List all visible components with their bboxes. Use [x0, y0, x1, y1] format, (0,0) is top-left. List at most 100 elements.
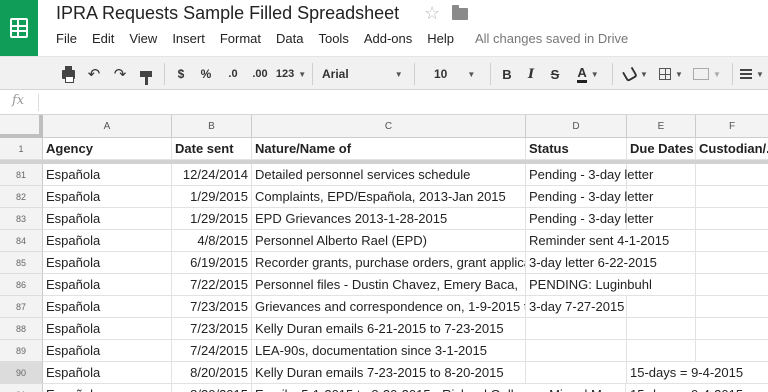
cell-status[interactable]: Pending - 3-day letter: [526, 186, 653, 208]
cell-due-dates[interactable]: 15-days = 9-4-2015: [627, 362, 768, 384]
cell-date-sent[interactable]: 1/29/2015: [172, 186, 252, 208]
cell-nature[interactable]: LEA-90s, documentation since 3-1-2015: [252, 340, 526, 362]
horizontal-align-button[interactable]: ▼: [740, 64, 764, 84]
header-cell-date-sent[interactable]: Date sent: [172, 138, 252, 160]
cell-due-dates[interactable]: [627, 340, 696, 362]
cell-custodian[interactable]: [696, 340, 768, 362]
more-formats-button[interactable]: 123 ▼: [275, 64, 307, 84]
menu-tools[interactable]: Tools: [318, 31, 348, 46]
row-number[interactable]: 84: [0, 230, 43, 252]
cell-status[interactable]: Pending - 3-day letter: [526, 208, 653, 230]
cell-nature[interactable]: Kelly Duran emails 6-21-2015 to 7-23-201…: [252, 318, 526, 340]
cell-custodian[interactable]: [696, 164, 768, 186]
font-size-select[interactable]: 10 ▼: [424, 64, 480, 84]
column-header-f[interactable]: F: [696, 115, 768, 138]
cell-due-dates[interactable]: [627, 296, 696, 318]
star-icon[interactable]: ☆: [424, 3, 440, 24]
decrease-decimal-button[interactable]: .0: [223, 64, 243, 84]
currency-button[interactable]: $: [174, 64, 188, 84]
menu-edit[interactable]: Edit: [92, 31, 114, 46]
header-cell-agency[interactable]: Agency: [43, 138, 172, 160]
cell-status[interactable]: [526, 340, 627, 362]
paint-format-icon[interactable]: [138, 64, 154, 85]
cell-nature[interactable]: Detailed personnel services schedule: [252, 164, 526, 186]
cell-nature[interactable]: Personnel Alberto Rael (EPD): [252, 230, 526, 252]
cell-due-dates[interactable]: [627, 318, 696, 340]
cell-nature[interactable]: EPD Grievances 2013-1-28-2015: [252, 208, 526, 230]
cell-nature[interactable]: Personnel files - Dustin Chavez, Emery B…: [252, 274, 526, 296]
print-icon[interactable]: [60, 64, 76, 84]
header-cell-due-dates[interactable]: Due Dates: [627, 138, 696, 160]
header-cell-custodian[interactable]: Custodian/...: [696, 138, 768, 160]
row-number[interactable]: 1: [0, 138, 43, 160]
cell-date-sent[interactable]: 8/20/2015: [172, 362, 252, 384]
cell-agency[interactable]: Española: [43, 296, 172, 318]
cell-nature[interactable]: Kelly Duran emails 7-23-2015 to 8-20-201…: [252, 362, 526, 384]
cell-status[interactable]: Reminder sent 4-1-2015: [526, 230, 696, 252]
cell-nature[interactable]: Recorder grants, purchase orders, grant …: [252, 252, 526, 274]
cell-agency[interactable]: Española: [43, 164, 172, 186]
cell-status[interactable]: 3-day 7-27-2015: [526, 296, 627, 318]
cell-custodian[interactable]: [696, 318, 768, 340]
row-number[interactable]: 91: [0, 384, 43, 392]
cell-custodian[interactable]: [696, 296, 768, 318]
row-number[interactable]: 86: [0, 274, 43, 296]
cell-agency[interactable]: Española: [43, 252, 172, 274]
row-number[interactable]: 89: [0, 340, 43, 362]
cell-nature[interactable]: Emails, 5-1-2015 to 8-20-2015 - Richard …: [252, 384, 626, 392]
cell-date-sent[interactable]: 7/24/2015: [172, 340, 252, 362]
cell-due-dates[interactable]: [627, 186, 696, 208]
cell-date-sent[interactable]: 7/22/2015: [172, 274, 252, 296]
row-number[interactable]: 82: [0, 186, 43, 208]
folder-icon[interactable]: [452, 5, 468, 20]
redo-icon[interactable]: ↷: [112, 64, 128, 84]
cell-status[interactable]: PENDING: Luginbuhl: [526, 274, 696, 296]
column-header-a[interactable]: A: [43, 115, 172, 138]
cell-date-sent[interactable]: 4/8/2015: [172, 230, 252, 252]
column-header-d[interactable]: D: [526, 115, 627, 138]
cell-date-sent[interactable]: 8/20/2015: [172, 384, 252, 392]
italic-button[interactable]: I: [524, 64, 538, 84]
cell-agency[interactable]: Española: [43, 384, 172, 392]
cell-agency[interactable]: Española: [43, 186, 172, 208]
column-header-c[interactable]: C: [252, 115, 526, 138]
cell-agency[interactable]: Española: [43, 230, 172, 252]
cell-agency[interactable]: Española: [43, 318, 172, 340]
cell-date-sent[interactable]: 1/29/2015: [172, 208, 252, 230]
cell-custodian[interactable]: [696, 208, 768, 230]
header-cell-status[interactable]: Status: [526, 138, 627, 160]
merge-cells-button[interactable]: ▼: [690, 64, 724, 84]
cell-agency[interactable]: Española: [43, 362, 172, 384]
header-cell-nature[interactable]: Nature/Name of: [252, 138, 526, 160]
row-number[interactable]: 81: [0, 164, 43, 186]
text-color-button[interactable]: A ▼: [572, 64, 604, 84]
menu-addons[interactable]: Add-ons: [364, 31, 412, 46]
formula-input[interactable]: [44, 90, 768, 114]
row-number[interactable]: 88: [0, 318, 43, 340]
cell-date-sent[interactable]: 7/23/2015: [172, 318, 252, 340]
row-number[interactable]: 90: [0, 362, 43, 384]
cell-nature[interactable]: Complaints, EPD/Española, 2013-Jan 2015: [252, 186, 526, 208]
cell-due-dates[interactable]: [627, 208, 696, 230]
column-header-e[interactable]: E: [627, 115, 696, 138]
menu-data[interactable]: Data: [276, 31, 303, 46]
row-number[interactable]: 85: [0, 252, 43, 274]
select-all-corner[interactable]: [0, 115, 43, 138]
cell-status[interactable]: Pending - 3-day letter: [526, 164, 653, 186]
cell-custodian[interactable]: [696, 186, 768, 208]
borders-button[interactable]: ▼: [656, 64, 686, 84]
cell-status[interactable]: 3-day letter 6-22-2015: [526, 252, 696, 274]
menu-format[interactable]: Format: [220, 31, 261, 46]
percent-button[interactable]: %: [199, 64, 213, 84]
row-number[interactable]: 87: [0, 296, 43, 318]
cell-agency[interactable]: Española: [43, 208, 172, 230]
font-family-select[interactable]: Arial ▼: [322, 64, 403, 84]
column-header-b[interactable]: B: [172, 115, 252, 138]
cell-nature[interactable]: Grievances and correspondence on, 1-9-20…: [252, 296, 526, 318]
menu-view[interactable]: View: [129, 31, 157, 46]
cell-date-sent[interactable]: 12/24/2014: [172, 164, 252, 186]
bold-button[interactable]: B: [500, 64, 514, 84]
cell-agency[interactable]: Española: [43, 274, 172, 296]
undo-icon[interactable]: ↶: [86, 64, 102, 84]
document-title[interactable]: IPRA Requests Sample Filled Spreadsheet: [56, 3, 399, 24]
